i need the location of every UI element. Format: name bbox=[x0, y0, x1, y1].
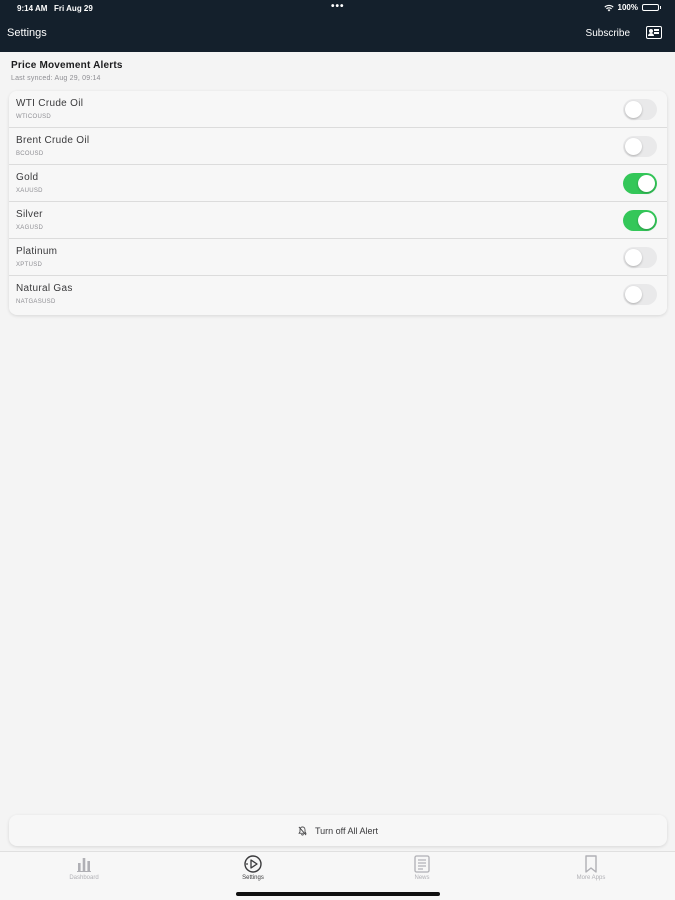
alert-toggle-gold[interactable] bbox=[623, 173, 657, 194]
tab-more-apps[interactable]: More Apps bbox=[551, 854, 631, 888]
status-bar: 9:14 AM Fri Aug 29 ••• 100% bbox=[0, 0, 675, 18]
profile-card-icon[interactable] bbox=[646, 26, 662, 39]
last-synced-text: Last synced: Aug 29, 09:14 bbox=[11, 75, 101, 82]
alert-toggle-silver[interactable] bbox=[623, 210, 657, 231]
alert-row-silver: Silver XAGUSD bbox=[9, 202, 667, 239]
alert-symbol: XPTUSD bbox=[16, 262, 43, 268]
alert-name: Gold bbox=[16, 172, 39, 183]
tab-dashboard[interactable]: Dashboard bbox=[44, 854, 124, 888]
alert-toggle-platinum[interactable] bbox=[623, 247, 657, 268]
alert-symbol: BCOUSD bbox=[16, 151, 44, 157]
wifi-icon bbox=[603, 4, 614, 11]
top-bar: 9:14 AM Fri Aug 29 ••• 100% Settings Sub… bbox=[0, 0, 675, 52]
tab-settings[interactable]: Settings bbox=[213, 854, 293, 888]
alert-row-gold: Gold XAUUSD bbox=[9, 165, 667, 202]
alert-name: Natural Gas bbox=[16, 283, 73, 294]
battery-percent: 100% bbox=[617, 3, 638, 12]
status-right: 100% bbox=[603, 3, 661, 12]
alert-symbol: NATGASUSD bbox=[16, 299, 56, 305]
alert-name: Brent Crude Oil bbox=[16, 135, 90, 146]
turn-off-all-alerts-button[interactable]: Turn off All Alert bbox=[9, 815, 667, 846]
settings-gauge-icon bbox=[244, 855, 262, 873]
alerts-list: WTI Crude Oil WTICOUSD Brent Crude Oil B… bbox=[9, 91, 667, 315]
alert-name: Platinum bbox=[16, 246, 58, 257]
alert-name: WTI Crude Oil bbox=[16, 98, 84, 109]
battery-icon bbox=[642, 4, 661, 11]
alert-row-natural-gas: Natural Gas NATGASUSD bbox=[9, 276, 667, 313]
section-title: Price Movement Alerts bbox=[11, 60, 123, 71]
multitasking-dots[interactable]: ••• bbox=[331, 1, 345, 12]
tab-label: More Apps bbox=[576, 875, 606, 881]
alert-name: Silver bbox=[16, 209, 43, 220]
alert-toggle-wti[interactable] bbox=[623, 99, 657, 120]
newspaper-icon bbox=[414, 855, 430, 873]
alert-row-platinum: Platinum XPTUSD bbox=[9, 239, 667, 276]
alert-symbol: XAGUSD bbox=[16, 225, 44, 231]
tab-news[interactable]: News bbox=[382, 854, 462, 888]
page-title: Settings bbox=[7, 27, 47, 39]
bell-slash-icon bbox=[298, 826, 307, 835]
subscribe-button[interactable]: Subscribe bbox=[586, 28, 630, 39]
alert-symbol: XAUUSD bbox=[16, 188, 43, 194]
alert-row-wti: WTI Crude Oil WTICOUSD bbox=[9, 91, 667, 128]
alert-row-brent: Brent Crude Oil BCOUSD bbox=[9, 128, 667, 165]
status-date: Fri Aug 29 bbox=[54, 4, 93, 13]
home-indicator bbox=[236, 892, 440, 896]
bookmark-icon bbox=[585, 855, 597, 873]
tab-label: Dashboard bbox=[69, 875, 99, 881]
tab-label: Settings bbox=[242, 875, 264, 881]
tab-label: News bbox=[414, 875, 430, 881]
alert-toggle-brent[interactable] bbox=[623, 136, 657, 157]
bar-chart-icon bbox=[77, 858, 91, 872]
alert-toggle-natural-gas[interactable] bbox=[623, 284, 657, 305]
turn-off-all-label: Turn off All Alert bbox=[314, 825, 379, 836]
status-time: 9:14 AM bbox=[17, 4, 48, 13]
alert-symbol: WTICOUSD bbox=[16, 114, 52, 120]
